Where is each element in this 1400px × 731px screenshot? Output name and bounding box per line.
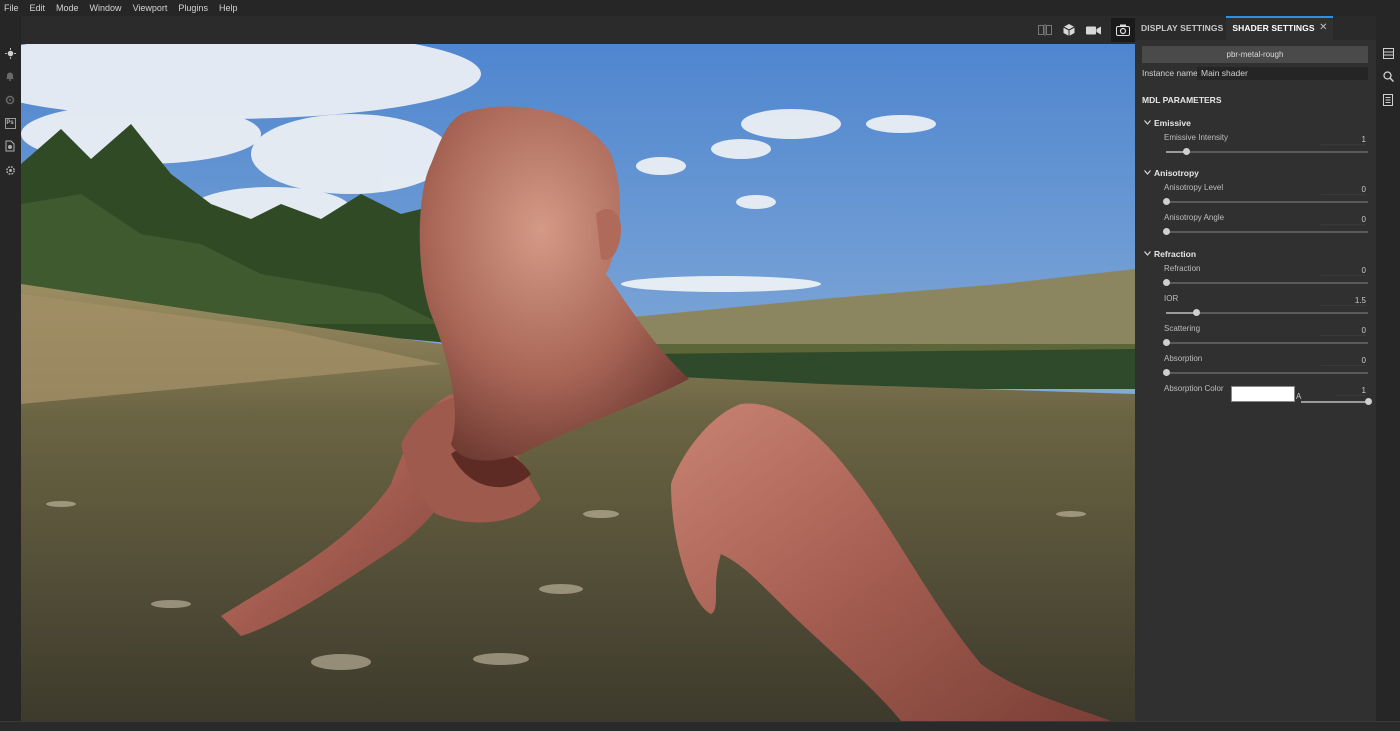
menu-file[interactable]: File bbox=[0, 0, 26, 16]
slider-handle[interactable] bbox=[1163, 369, 1170, 376]
slider-handle[interactable] bbox=[1163, 339, 1170, 346]
document-list-icon[interactable] bbox=[1381, 93, 1395, 107]
alpha-label: A bbox=[1296, 392, 1302, 401]
absorption-color-label: Absorption Color bbox=[1164, 384, 1224, 393]
instance-name-label: Instance name bbox=[1142, 68, 1198, 78]
settings-dim-icon[interactable] bbox=[3, 93, 17, 107]
menu-window[interactable]: Window bbox=[86, 0, 129, 16]
menu-plugins[interactable]: Plugins bbox=[174, 0, 215, 16]
status-bar bbox=[0, 721, 1400, 731]
shader-preset-button[interactable]: pbr-metal-rough bbox=[1142, 46, 1368, 63]
menu-bar: File Edit Mode Window Viewport Plugins H… bbox=[0, 0, 1400, 16]
param-value-input[interactable]: 1 bbox=[1321, 135, 1366, 145]
group-anisotropy-label: Anisotropy bbox=[1154, 168, 1199, 178]
slider-fill bbox=[1301, 401, 1368, 403]
tab-shader-settings[interactable]: SHADER SETTINGS ✕ bbox=[1226, 16, 1333, 40]
param-label: Absorption bbox=[1164, 354, 1203, 363]
zoom-icon[interactable] bbox=[1381, 69, 1395, 83]
mdl-parameters-title: MDL PARAMETERS bbox=[1142, 95, 1222, 105]
param-slider[interactable] bbox=[1163, 279, 1368, 286]
tab-display-settings[interactable]: DISPLAY SETTINGS bbox=[1135, 16, 1226, 40]
param-value-input[interactable]: 0 bbox=[1321, 356, 1366, 366]
shader-settings-panel: DISPLAY SETTINGS SHADER SETTINGS ✕ pbr-m… bbox=[1135, 16, 1376, 721]
tab-shader-settings-label: SHADER SETTINGS bbox=[1232, 23, 1315, 33]
param-slider[interactable] bbox=[1166, 309, 1368, 316]
param-label: IOR bbox=[1164, 294, 1179, 303]
instance-name-field[interactable]: Main shader bbox=[1197, 67, 1368, 80]
slider-fill bbox=[1166, 312, 1197, 314]
panel-tabs: DISPLAY SETTINGS SHADER SETTINGS ✕ bbox=[1135, 16, 1376, 40]
param-label: Anisotropy Angle bbox=[1164, 213, 1225, 222]
param-label: Emissive Intensity bbox=[1164, 133, 1229, 142]
group-emissive-label: Emissive bbox=[1154, 118, 1191, 128]
chevron-down-icon bbox=[1144, 120, 1151, 125]
group-emissive[interactable]: Emissive bbox=[1144, 118, 1191, 128]
param-value-input[interactable]: 0 bbox=[1321, 215, 1366, 225]
param-slider[interactable] bbox=[1166, 148, 1368, 155]
layers-icon[interactable] bbox=[1381, 46, 1395, 60]
document-gear-icon[interactable] bbox=[3, 139, 17, 153]
slider-handle[interactable] bbox=[1163, 279, 1170, 286]
param-slider[interactable] bbox=[1163, 228, 1368, 235]
param-slider[interactable] bbox=[1163, 339, 1368, 346]
bell-icon[interactable] bbox=[3, 69, 17, 83]
param-label: Scattering bbox=[1164, 324, 1201, 333]
chevron-down-icon bbox=[1144, 170, 1151, 175]
screenshot-camera-icon[interactable] bbox=[1111, 18, 1135, 42]
gear-icon[interactable] bbox=[3, 163, 17, 177]
split-view-icon[interactable] bbox=[1034, 22, 1056, 38]
viewport-sun-icon[interactable] bbox=[3, 46, 17, 60]
param-value-input[interactable]: 0 bbox=[1321, 326, 1366, 336]
menu-mode[interactable]: Mode bbox=[52, 0, 86, 16]
menu-help[interactable]: Help bbox=[215, 0, 245, 16]
menu-edit[interactable]: Edit bbox=[26, 0, 53, 16]
param-slider[interactable] bbox=[1163, 369, 1368, 376]
close-icon[interactable]: ✕ bbox=[1319, 18, 1327, 38]
param-label: Anisotropy Level bbox=[1164, 183, 1224, 192]
video-camera-icon[interactable] bbox=[1082, 22, 1104, 38]
photoshop-label: Ps bbox=[4, 117, 16, 129]
alpha-slider[interactable] bbox=[1301, 398, 1372, 405]
group-anisotropy[interactable]: Anisotropy bbox=[1144, 168, 1199, 178]
photoshop-icon[interactable]: Ps bbox=[3, 116, 17, 130]
viewport-toolbar bbox=[21, 16, 1135, 44]
render-viewport[interactable] bbox=[21, 44, 1135, 721]
right-icon-strip bbox=[1376, 16, 1400, 721]
menu-viewport[interactable]: Viewport bbox=[129, 0, 175, 16]
alpha-value-input[interactable]: 1 bbox=[1336, 386, 1366, 396]
chevron-down-icon bbox=[1144, 251, 1151, 256]
slider-handle[interactable] bbox=[1193, 309, 1201, 316]
param-value-input[interactable]: 1.5 bbox=[1321, 296, 1366, 306]
slider-handle[interactable] bbox=[1365, 398, 1372, 405]
param-slider[interactable] bbox=[1163, 198, 1368, 205]
left-toolbar: Ps bbox=[0, 16, 21, 731]
slider-handle[interactable] bbox=[1163, 198, 1170, 205]
group-refraction[interactable]: Refraction bbox=[1144, 249, 1197, 259]
cube-icon[interactable] bbox=[1058, 22, 1080, 38]
param-value-input[interactable]: 0 bbox=[1321, 185, 1366, 195]
absorption-color-swatch[interactable] bbox=[1231, 386, 1295, 402]
slider-handle[interactable] bbox=[1183, 148, 1191, 155]
param-value-input[interactable]: 0 bbox=[1321, 266, 1366, 276]
group-refraction-label: Refraction bbox=[1154, 249, 1197, 259]
param-label: Refraction bbox=[1164, 264, 1201, 273]
slider-handle[interactable] bbox=[1163, 228, 1170, 235]
